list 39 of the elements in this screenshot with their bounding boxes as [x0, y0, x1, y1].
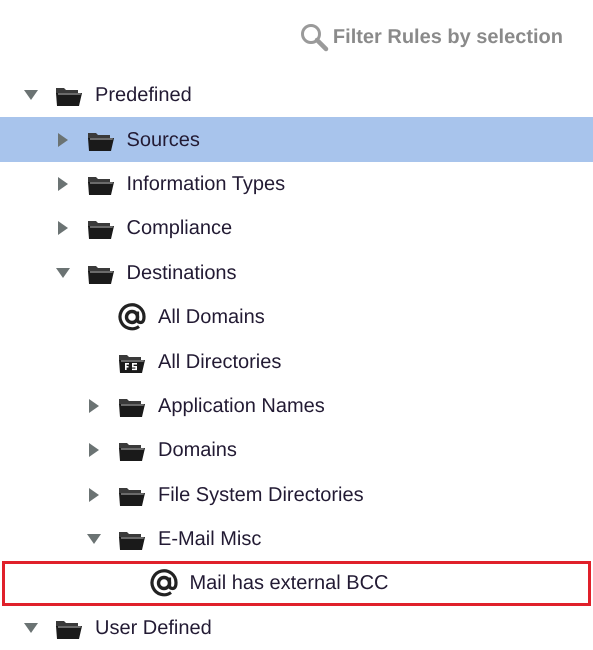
tree-item-label[interactable]: File System Directories — [158, 480, 364, 510]
tree-item-label[interactable]: Domains — [158, 435, 237, 466]
tree-row[interactable]: Destinations — [0, 250, 593, 295]
tree-row[interactable]: All Domains — [0, 294, 593, 340]
tree-row[interactable]: Predefined — [0, 73, 593, 118]
tree-item-label[interactable]: Sources — [126, 124, 200, 155]
tree-row[interactable]: Sources — [0, 117, 593, 162]
expand-icon[interactable] — [88, 442, 100, 458]
tree-item-label[interactable]: Compliance — [126, 213, 232, 244]
tree-item-label[interactable]: All Directories — [158, 346, 282, 377]
expand-icon[interactable] — [56, 176, 68, 192]
collapse-icon[interactable] — [86, 533, 102, 546]
at-icon — [118, 303, 146, 332]
tree-row[interactable]: Mail has external BCC — [2, 561, 591, 606]
collapse-icon[interactable] — [23, 89, 39, 102]
tree-row[interactable]: Compliance — [0, 206, 593, 251]
expand-icon[interactable] — [56, 132, 68, 148]
tree-row[interactable]: E-Mail Misc — [0, 516, 593, 562]
tree-row[interactable]: Application Names — [0, 384, 593, 428]
tree-item-label[interactable]: Predefined — [95, 80, 192, 110]
tree-item-label[interactable]: Application Names — [158, 390, 325, 421]
tree-row[interactable]: File System Directories — [0, 472, 593, 517]
at-icon — [150, 569, 178, 598]
expand-icon[interactable] — [56, 220, 68, 236]
tree-row[interactable]: User Defined — [0, 606, 593, 650]
tree-row[interactable]: Information Types — [0, 162, 593, 206]
tree-item-label[interactable]: Information Types — [126, 168, 286, 199]
tree-row[interactable]: All Directories — [0, 339, 593, 384]
collapse-icon[interactable] — [23, 622, 39, 634]
expand-icon[interactable] — [88, 398, 100, 414]
collapse-icon[interactable] — [54, 266, 70, 279]
tree-item-label[interactable]: E-Mail Misc — [158, 524, 262, 554]
tree-item-label[interactable]: Mail has external BCC — [190, 568, 388, 598]
tree-row[interactable]: Domains — [0, 428, 593, 473]
expand-icon[interactable] — [88, 486, 100, 503]
tree-item-label[interactable]: All Domains — [158, 302, 265, 332]
tree-item-label[interactable]: Destinations — [126, 258, 237, 288]
search-icon — [298, 22, 329, 52]
tree-item-label[interactable]: User Defined — [95, 612, 212, 643]
